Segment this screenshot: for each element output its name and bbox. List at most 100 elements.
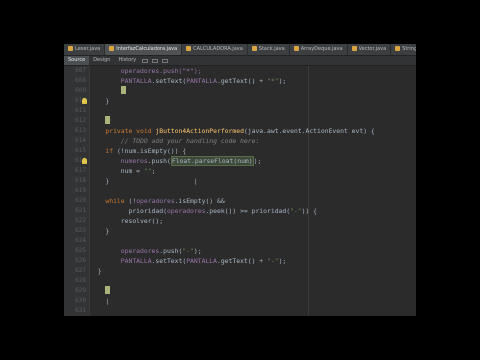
editor-toolbar: Source Design History [64, 56, 416, 66]
code-token: operadores.push("*"); [90, 67, 202, 75]
editor-tab[interactable]: Vector.java [348, 44, 392, 55]
code-token: )) { [301, 207, 318, 215]
line-number: 608 [75, 77, 86, 84]
code-line: operadores.push("*"); [90, 66, 416, 76]
java-file-icon [251, 46, 257, 51]
code-token: | [90, 297, 110, 305]
code-editor[interactable]: operadores.push("*"); PANTALLA.setText(P… [90, 66, 416, 316]
code-token: "-" [182, 247, 194, 255]
editor-tab[interactable]: InterfazCalculadora.java [105, 44, 183, 55]
code-token: .isEmpty() && [174, 197, 225, 205]
code-token: } [90, 177, 110, 185]
line-number: 622 [75, 217, 86, 224]
code-token: jButton4ActionPerformed [155, 127, 244, 135]
code-token: (java.awt.event.ActionEvent evt) { [243, 127, 375, 135]
back-icon[interactable] [142, 58, 149, 63]
code-token: (!num.isEmpty()) { [116, 147, 187, 155]
code-line [90, 86, 416, 96]
code-line: PANTALLA.setText(PANTALLA.getText() + "-… [90, 256, 416, 266]
source-tab-button[interactable]: Source [64, 56, 90, 65]
ide-window: Lexer.java InterfazCalculadora.java CALCUL… [64, 44, 416, 316]
line-number: 621 [75, 207, 86, 214]
code-line: } [90, 266, 416, 276]
code-line [90, 116, 416, 126]
line-number: 631 [75, 307, 86, 314]
code-token: .peek()) >= prioridad( [205, 207, 291, 215]
code-token: ); [193, 247, 202, 255]
code-line [90, 286, 416, 296]
tab-label: String.java [402, 46, 416, 52]
java-file-icon [109, 46, 115, 51]
code-line: if (!num.isEmpty()) { [90, 146, 416, 156]
editor-tab[interactable]: String.java [391, 44, 416, 55]
line-number: 609 [75, 87, 86, 94]
code-token: resolver(); [90, 217, 164, 225]
line-number: 624 [75, 237, 86, 244]
line-number: 627 [75, 267, 86, 274]
line-number-gutter: 607 608 609 610 611 612 613 614 615 616 617 618 619 6… [64, 66, 90, 316]
history-tab-button[interactable]: History [114, 56, 140, 65]
java-file-icon [293, 46, 299, 51]
code-token: PANTALLA [90, 77, 152, 85]
line-number: 629 [75, 287, 86, 294]
code-token: PANTALLA [186, 77, 217, 85]
code-token: } [90, 97, 110, 105]
line-number: 619 [75, 187, 86, 194]
line-number: 620 [75, 197, 86, 204]
tab-label: Stack.java [258, 46, 285, 52]
code-token: prioridad( [90, 207, 167, 215]
code-line: } [90, 226, 416, 236]
code-token: // TODO add your handling code here: [90, 137, 260, 145]
line-number: 615 [75, 147, 86, 154]
code-token: "-" [267, 257, 279, 265]
code-token: operadores [166, 207, 206, 215]
code-line: private void jButton4ActionPerformed(jav… [90, 126, 416, 136]
search-icon[interactable] [162, 58, 169, 63]
editor-tab[interactable]: Stack.java [248, 44, 290, 55]
editor-tab[interactable]: Lexer.java [64, 44, 106, 55]
code-line: resolver(); [90, 216, 416, 226]
code-line: | [90, 296, 416, 306]
code-token: operadores [136, 197, 175, 205]
code-line: } [90, 96, 416, 106]
code-token: .push( [147, 157, 171, 165]
line-number: 618 [75, 177, 86, 184]
code-token: } [90, 267, 102, 275]
code-line: } | [90, 176, 416, 186]
code-line: operadores.push("-"); [90, 246, 416, 256]
code-token: .setText( [151, 77, 187, 85]
code-token: .push( [159, 247, 183, 255]
code-token: .setText( [151, 257, 187, 265]
tab-label: ArrayDeque.java [300, 46, 343, 52]
code-token: PANTALLA [186, 257, 217, 265]
code-token: .getText() + [216, 77, 268, 85]
editor-tab[interactable]: CALCULADORA.java [182, 44, 248, 55]
code-token: private void [90, 127, 156, 135]
hint-bulb-icon[interactable] [82, 158, 87, 164]
code-token: .getText() + [216, 257, 268, 265]
line-number: 628 [75, 277, 86, 284]
code-line: numeros.push(Float.parseFloat(num)); [90, 156, 416, 166]
hint-bulb-icon[interactable] [82, 98, 87, 104]
code-line: PANTALLA.setText(PANTALLA.getText() + "*… [90, 76, 416, 86]
tab-label: Vector.java [358, 46, 387, 52]
code-line: // TODO add your handling code here: [90, 136, 416, 146]
java-file-icon [68, 46, 73, 51]
java-file-icon [186, 46, 192, 51]
code-token: ; [151, 167, 156, 175]
editor-tab[interactable]: ArrayDeque.java [290, 44, 348, 55]
java-file-icon [395, 46, 401, 51]
forward-icon[interactable] [152, 58, 159, 63]
line-number: 617 [75, 167, 86, 174]
design-tab-button[interactable]: Design [89, 56, 114, 65]
code-token: ); [278, 257, 287, 265]
code-token: while [90, 197, 129, 205]
text-caret [105, 116, 111, 124]
line-number: 630 [75, 297, 86, 304]
code-token: "*" [267, 77, 279, 85]
